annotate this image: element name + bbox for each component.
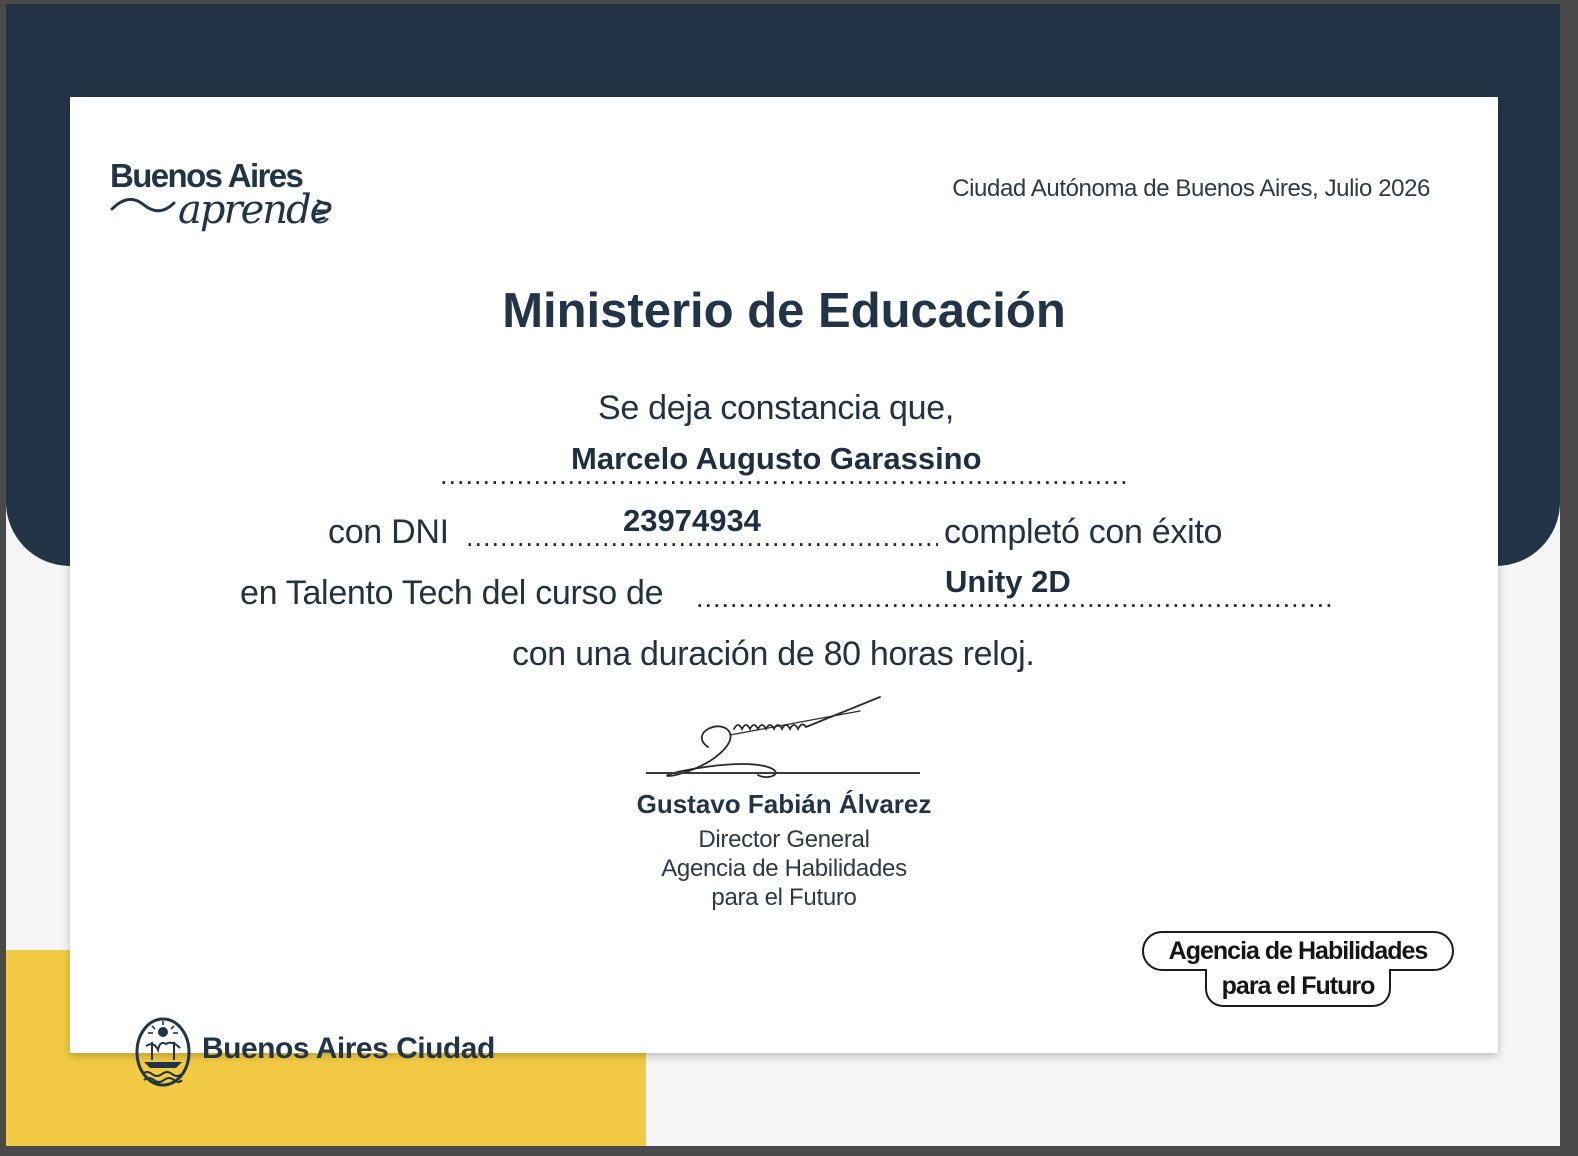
course-name: Unity 2D: [945, 564, 1071, 599]
course-prefix: en Talento Tech del curso de: [240, 574, 664, 612]
duration-text: con una duración de 80 horas reloj.: [512, 635, 1035, 673]
signer-name: Gustavo Fabián Álvarez: [636, 789, 932, 819]
signer-role-line-3: para el Futuro: [711, 884, 857, 911]
intro-text: Se deja constancia que,: [598, 389, 955, 427]
agency-badge-line-1: Agencia de Habilidades: [1142, 931, 1454, 971]
completed-text: completó con éxito: [944, 513, 1223, 551]
agency-badge-line-2: para el Futuro: [1205, 969, 1391, 1007]
recipient-name: Marcelo Augusto Garassino: [571, 441, 982, 476]
logo-swoosh-icon: [110, 198, 329, 222]
certificate-title: Ministerio de Educación: [502, 284, 1066, 338]
recipient-dni: 23974934: [623, 503, 761, 538]
certificate-card: Buenos Aires aprende Ciudad Autónoma de …: [70, 97, 1498, 1053]
certificate-canvas: Buenos Aires aprende Ciudad Autónoma de …: [6, 4, 1560, 1146]
city-emblem-icon: [135, 1017, 191, 1087]
handwritten-signature: [666, 696, 881, 779]
place-and-date: Ciudad Autónoma de Buenos Aires, Julio 2…: [952, 175, 1430, 202]
signer-role-line-2: Agencia de Habilidades: [661, 855, 907, 882]
signer-role-line-1: Director General: [698, 826, 870, 853]
buenos-aires-aprende-logo: Buenos Aires aprende: [110, 157, 350, 249]
signature-line: [646, 772, 920, 774]
buenos-aires-ciudad-brand: Buenos Aires Ciudad: [202, 1032, 495, 1065]
dni-label: con DNI: [328, 513, 449, 551]
